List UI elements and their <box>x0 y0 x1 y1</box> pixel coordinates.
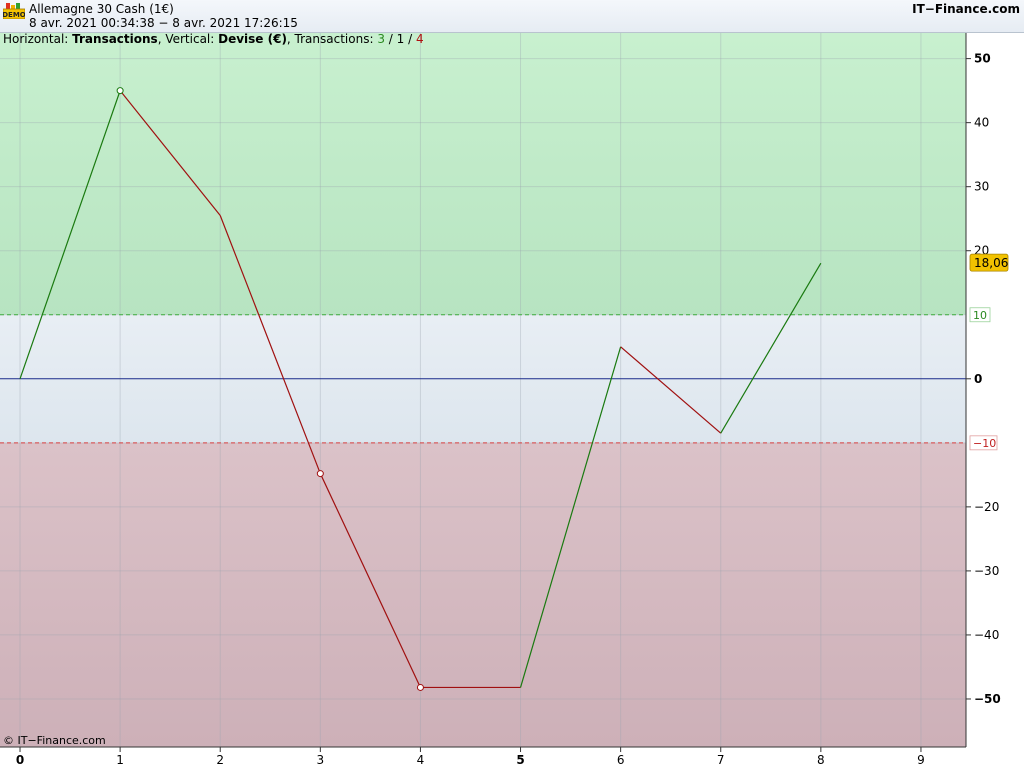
x-tick-label: 9 <box>917 753 925 767</box>
last-value-badge: 18,06 <box>969 253 1009 272</box>
chart-subtitle: Horizontal: Transactions, Vertical: Devi… <box>3 32 424 46</box>
copyright-text: © IT−Finance.com <box>3 734 106 747</box>
x-tick-label: 6 <box>617 753 625 767</box>
x-tick-label: 4 <box>417 753 425 767</box>
separator: / <box>384 32 397 46</box>
horizontal-value: Transactions <box>72 32 158 46</box>
y-tick-label: −20 <box>974 500 999 514</box>
lower-threshold-label-text: −10 <box>973 437 996 450</box>
equity-point <box>116 87 124 95</box>
equity-point <box>316 470 324 478</box>
y-tick-label: −30 <box>974 564 999 578</box>
y-tick-label: −50 <box>974 692 1001 706</box>
horizontal-label: Horizontal: <box>3 32 73 46</box>
y-tick-label: 30 <box>974 180 989 194</box>
x-tick-label: 8 <box>817 753 825 767</box>
y-tick-label: −40 <box>974 628 999 642</box>
winning-count: 3 <box>377 32 385 46</box>
y-tick-label: 40 <box>974 116 989 130</box>
vertical-value: Devise (€) <box>218 32 287 46</box>
y-tick-label: 0 <box>974 372 982 386</box>
lower-threshold-label: −10 <box>969 435 998 451</box>
x-tick-label: 3 <box>317 753 325 767</box>
equity-point <box>416 683 424 691</box>
y-tick-label: 50 <box>974 52 991 66</box>
upper-threshold-label: 10 <box>969 307 991 323</box>
losing-count: 4 <box>415 32 424 46</box>
vertical-label: , Vertical: <box>157 32 219 46</box>
upper-threshold-label-text: 10 <box>973 309 987 322</box>
equity-chart[interactable]: 504030200−20−30−40−5010−1018,06 01234567… <box>0 0 1024 768</box>
x-tick-label: 2 <box>216 753 224 767</box>
transactions-label: , Transactions: <box>286 32 378 46</box>
x-tick-label: 1 <box>116 753 124 767</box>
last-value-text: 18,06 <box>974 256 1008 270</box>
x-tick-label: 7 <box>717 753 725 767</box>
separator: / <box>404 32 416 46</box>
x-tick-label: 0 <box>16 753 24 767</box>
x-tick-label: 5 <box>516 753 524 767</box>
